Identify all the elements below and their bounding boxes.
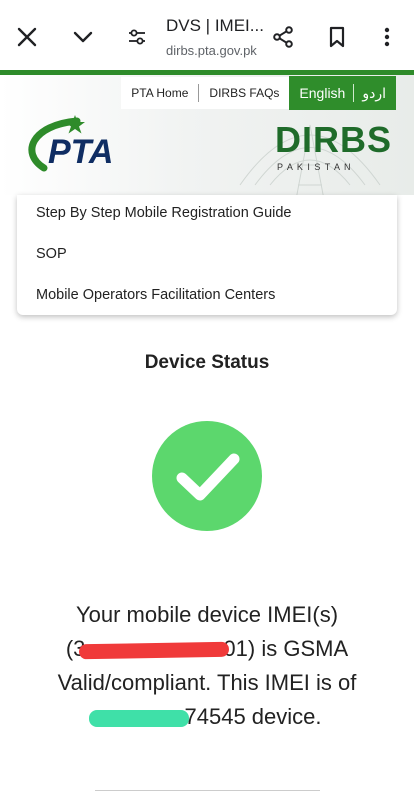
status-message: Your mobile device IMEI(s) (3 01) is GSMA… [30, 598, 384, 734]
menu-item-facilitation-centers[interactable]: Mobile Operators Facilitation Centers [36, 287, 275, 303]
status-line-3: Valid/compliant. This IMEI is of [57, 670, 357, 695]
divider [95, 790, 320, 791]
lang-urdu[interactable]: اردو [362, 85, 386, 102]
more-vert-icon[interactable] [370, 20, 404, 54]
language-switcher: English اردو [289, 76, 396, 110]
check-icon [152, 421, 262, 531]
device-suffix: 74545 device. [184, 704, 322, 729]
menu-item-registration-guide[interactable]: Step By Step Mobile Registration Guide [36, 205, 292, 221]
device-status-heading: Device Status [144, 352, 270, 373]
site-header: PTA Home DIRBS FAQs English اردو PTA DIR… [0, 75, 414, 195]
bookmark-icon[interactable] [320, 20, 354, 54]
chevron-down-icon[interactable] [66, 20, 100, 54]
top-nav: PTA Home DIRBS FAQs English اردو [121, 76, 396, 110]
tune-icon[interactable] [120, 20, 154, 54]
dirbs-logo[interactable]: DIRBS P A K I S T A N [275, 120, 400, 175]
lang-english[interactable]: English [299, 85, 345, 101]
dirbs-logo-text: DIRBS [275, 120, 392, 160]
dirbs-logo-subtext: P A K I S T A N [277, 162, 352, 172]
pta-logo[interactable]: PTA [22, 113, 137, 183]
redaction-mark [88, 709, 189, 727]
page-url[interactable]: dirbs.pta.gov.pk [166, 43, 257, 58]
status-line-1: Your mobile device IMEI(s) [75, 602, 339, 627]
browser-toolbar: DVS | IMEI... dirbs.pta.gov.pk [0, 0, 414, 70]
share-icon[interactable] [266, 20, 300, 54]
nav-dropdown-menu: Step By Step Mobile Registration Guide S… [17, 195, 397, 315]
nav-pta-home[interactable]: PTA Home [121, 77, 198, 109]
status-line-4: 74545 device. [30, 700, 384, 734]
lang-divider [353, 84, 355, 102]
status-line-2: (3 01) is GSMA [30, 632, 384, 666]
redaction-mark [79, 641, 230, 659]
nav-dirbs-faqs[interactable]: DIRBS FAQs [199, 77, 289, 109]
pta-logo-text: PTA [48, 133, 113, 171]
close-icon[interactable] [10, 20, 44, 54]
imei-suffix: 01) is GSMA [223, 636, 349, 661]
page-title: DVS | IMEI... [166, 16, 264, 35]
menu-item-sop[interactable]: SOP [36, 246, 67, 262]
